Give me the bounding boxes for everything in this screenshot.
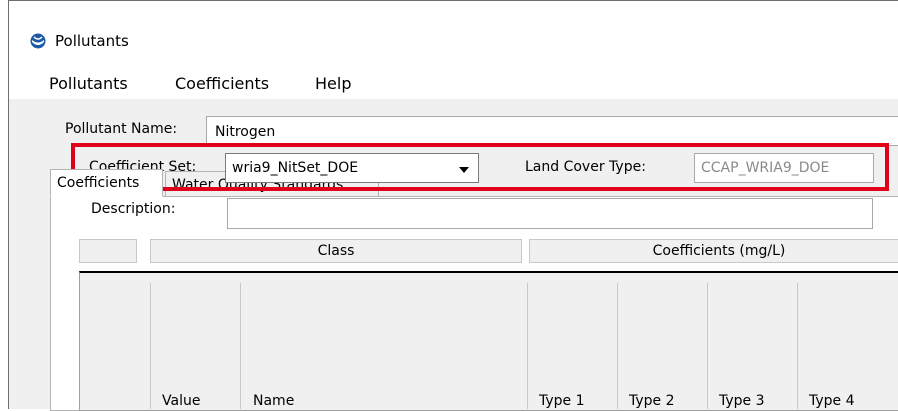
description-label: Description: (91, 201, 176, 217)
row-header-blank (79, 239, 137, 263)
grid-column-divider (797, 283, 798, 409)
coefficient-set-value: wria9_NitSet_DOE (232, 160, 359, 176)
description-field[interactable] (227, 198, 873, 229)
coefficient-set-dropdown[interactable]: wria9_NitSet_DOE (225, 153, 479, 183)
column-header-type-2[interactable]: Type 2 (629, 393, 675, 409)
land-cover-type-label: Land Cover Type: (525, 159, 646, 175)
land-cover-type-field[interactable]: CCAP_WRIA9_DOE (694, 153, 874, 183)
grid-column-divider (707, 283, 708, 409)
pollutant-name-label: Pollutant Name: (65, 121, 178, 137)
pollutant-name-value: Nitrogen (215, 124, 276, 140)
grid-column-divider (617, 283, 618, 409)
menu-help[interactable]: Help (315, 74, 351, 93)
grid-column-divider (150, 283, 151, 409)
land-cover-type-value: CCAP_WRIA9_DOE (701, 160, 830, 176)
coefficients-grid[interactable] (79, 271, 898, 411)
column-header-value[interactable]: Value (162, 393, 200, 409)
pollutant-name-field[interactable]: Nitrogen (206, 116, 898, 146)
menu-bar: Pollutants Coefficients Help (9, 58, 898, 98)
pollutants-window: Pollutants Pollutants Coefficients Help … (8, 0, 898, 411)
class-group-header: Class (150, 239, 522, 263)
tab-coefficients[interactable]: Coefficients (50, 169, 163, 197)
column-header-type-3[interactable]: Type 3 (719, 393, 765, 409)
column-header-type-1[interactable]: Type 1 (539, 393, 585, 409)
chevron-down-icon[interactable] (459, 167, 469, 173)
noaa-logo-icon (30, 33, 46, 49)
window-title: Pollutants (55, 32, 129, 50)
menu-pollutants[interactable]: Pollutants (49, 74, 128, 93)
title-bar: Pollutants (9, 1, 898, 57)
grid-column-divider (240, 283, 241, 409)
column-header-type-4[interactable]: Type 4 (809, 393, 855, 409)
grid-column-divider (527, 283, 528, 409)
column-header-name[interactable]: Name (253, 393, 294, 409)
menu-coefficients[interactable]: Coefficients (175, 74, 269, 93)
coefficients-group-header: Coefficients (mg/L) (529, 239, 898, 263)
